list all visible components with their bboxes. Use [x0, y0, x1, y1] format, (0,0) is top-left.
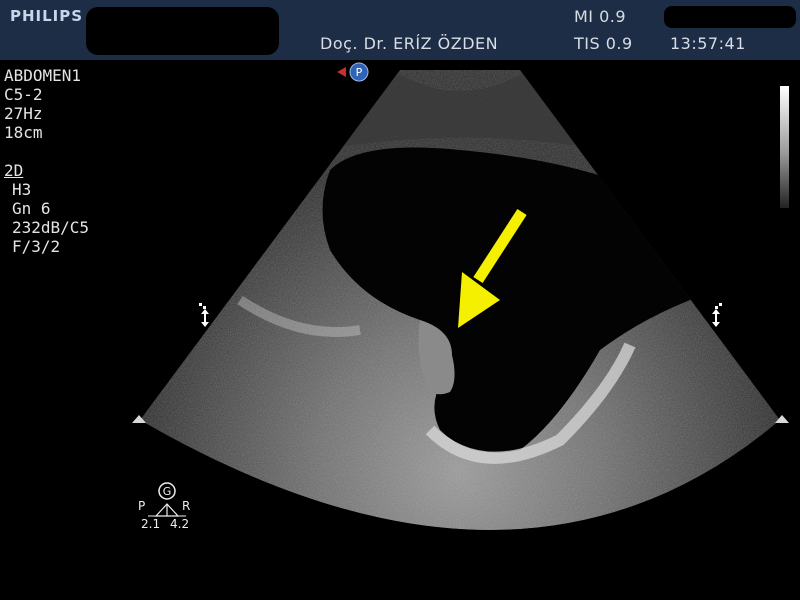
- orientation-indicator: G P R 2.1 4.2: [130, 480, 210, 540]
- edge-left-triangle-icon: [132, 415, 146, 423]
- orientation-left-value: 2.1: [141, 517, 161, 531]
- orientation-left-label: P: [138, 499, 146, 513]
- edge-right-triangle-icon: [775, 415, 789, 423]
- focus-zone-right-icon: [712, 303, 722, 327]
- focus-zone-left-icon: [199, 303, 209, 327]
- svg-text:G: G: [163, 485, 172, 498]
- ultrasound-image: [140, 70, 780, 530]
- orientation-right-value: 4.2: [170, 517, 190, 531]
- grayscale-bar: [780, 86, 789, 208]
- probe-marker-icon: P: [337, 62, 369, 82]
- svg-text:P: P: [356, 66, 363, 79]
- orientation-right-label: R: [182, 499, 191, 513]
